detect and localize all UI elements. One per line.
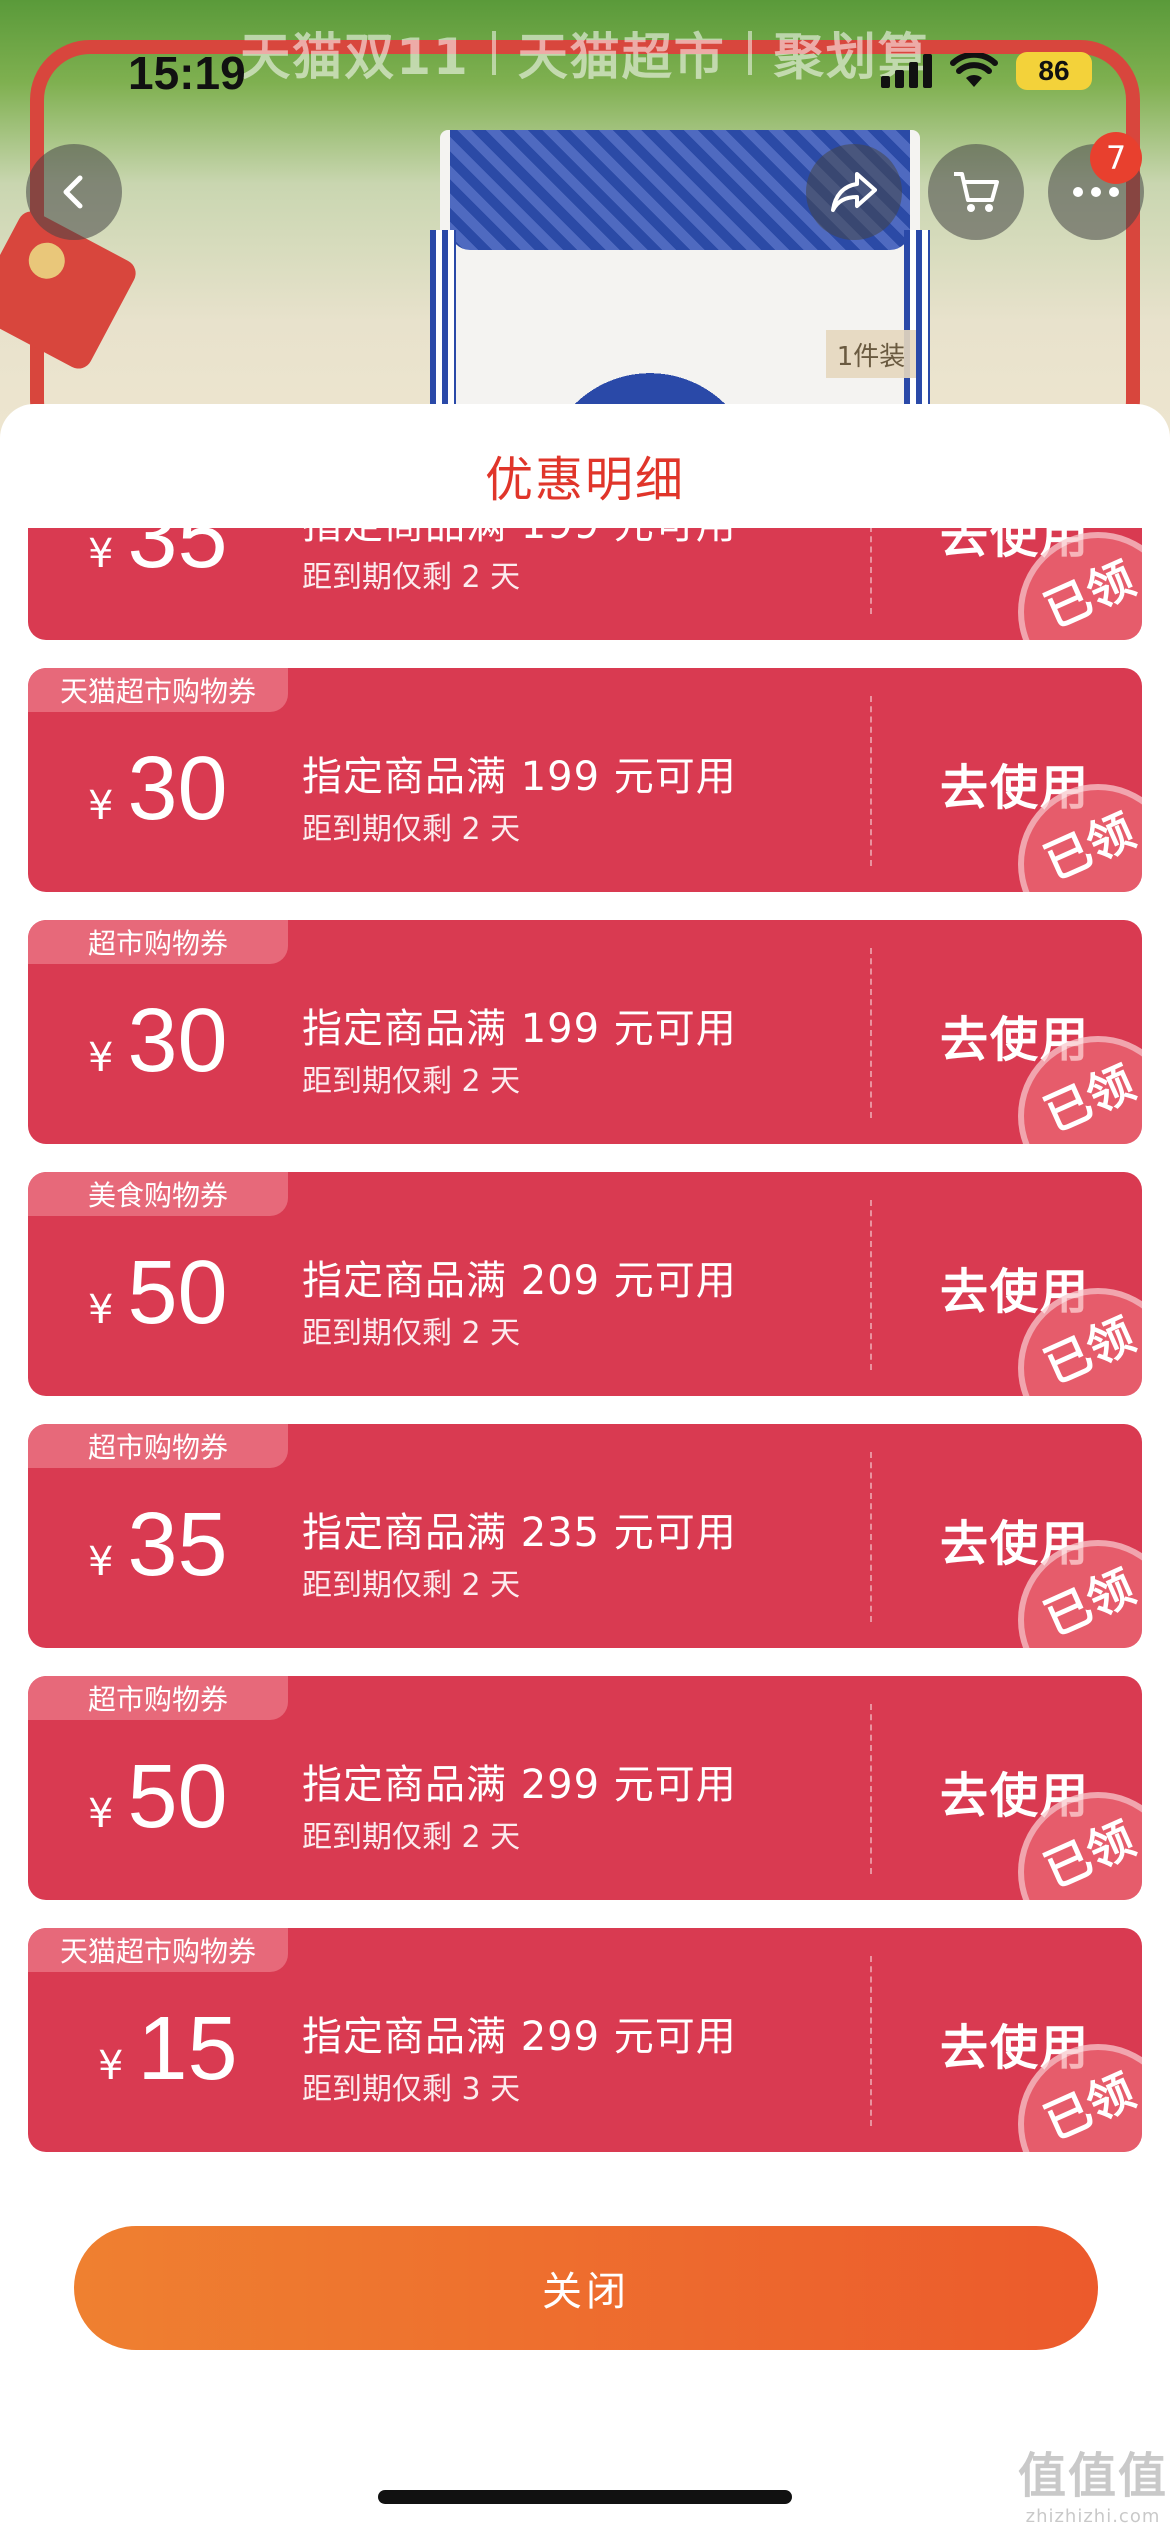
coupon-condition: 指定商品满 199 元可用	[302, 528, 737, 550]
coupon-expiry: 距到期仅剩 2 天	[302, 1820, 521, 1855]
dashed-divider	[870, 1200, 872, 1370]
banner-separator	[491, 31, 496, 75]
watermark-site: zhizhizhi.com	[1025, 2506, 1161, 2527]
pack-label: 1件装	[826, 330, 916, 378]
claimed-stamp-label: 已领	[1036, 803, 1142, 891]
share-icon	[831, 172, 877, 212]
claimed-stamp-label: 已领	[1036, 1307, 1142, 1395]
coupon-condition: 指定商品满 235 元可用	[302, 1510, 737, 1556]
coupon-card: 美食购物券 ¥ 50 指定商品满 209 元可用 距到期仅剩 2 天 去使用 已…	[28, 1172, 1142, 1396]
status-time: 15:19	[128, 47, 246, 99]
coupon-type-tag: 天猫超市购物券	[28, 668, 288, 712]
coupon-value: 30	[127, 739, 228, 839]
coupon-expiry: 距到期仅剩 2 天	[302, 1568, 521, 1603]
coupon-type-tag: 超市购物券	[28, 920, 288, 964]
coupon-type-tag: 超市购物券	[28, 1676, 288, 1720]
coupon-expiry: 距到期仅剩 2 天	[302, 560, 521, 595]
banner-separator	[747, 31, 752, 75]
coupon-expiry: 距到期仅剩 3 天	[302, 2072, 521, 2107]
status-icons: 86	[881, 52, 1092, 90]
currency-symbol: ¥	[88, 1035, 114, 1081]
coupon-list[interactable]: ¥ 35 指定商品满 199 元可用 距到期仅剩 2 天 去使用 已领 天猫超市…	[0, 528, 1170, 2172]
coupon-type-tag: 天猫超市购物券	[28, 1928, 288, 1972]
coupon-value: 50	[127, 1243, 228, 1343]
currency-symbol: ¥	[98, 2043, 124, 2089]
currency-symbol: ¥	[88, 1287, 114, 1333]
claimed-stamp-label: 已领	[1036, 1559, 1142, 1647]
watermark-logo: 值值值 zhizhizhi.com	[1018, 2436, 1168, 2527]
more-dots-icon	[1073, 187, 1119, 197]
dashed-divider	[870, 948, 872, 1118]
dashed-divider	[870, 1956, 872, 2126]
dashed-divider	[870, 1452, 872, 1622]
currency-symbol: ¥	[88, 1539, 114, 1585]
coupon-expiry: 距到期仅剩 2 天	[302, 812, 521, 847]
coupon-amount: ¥ 15	[98, 2004, 238, 2094]
coupon-amount: ¥ 35	[88, 1500, 228, 1590]
chevron-left-icon	[63, 175, 83, 209]
coupon-value: 35	[127, 528, 228, 587]
coupon-condition: 指定商品满 299 元可用	[302, 2014, 737, 2060]
coupon-amount: ¥ 50	[88, 1248, 228, 1338]
coupon-value: 50	[127, 1747, 228, 1847]
coupon-condition: 指定商品满 199 元可用	[302, 754, 737, 800]
cart-badge: 7	[1090, 132, 1142, 184]
coupon-card: 天猫超市购物券 ¥ 15 指定商品满 299 元可用 距到期仅剩 3 天 去使用…	[28, 1928, 1142, 2152]
watermark-logo-text: 值值值	[1018, 2448, 1169, 2504]
coupon-condition: 指定商品满 299 元可用	[302, 1762, 737, 1808]
home-indicator[interactable]	[378, 2490, 792, 2504]
coupon-amount: ¥ 35	[88, 528, 228, 582]
coupon-type-tag: 超市购物券	[28, 1424, 288, 1468]
coupon-details-sheet: 优惠明细 ¥ 35 指定商品满 199 元可用 距到期仅剩 2 天 去使用 已领…	[0, 404, 1170, 2532]
coupon-card: 超市购物券 ¥ 30 指定商品满 199 元可用 距到期仅剩 2 天 去使用 已…	[28, 920, 1142, 1144]
close-button[interactable]: 关闭	[74, 2226, 1098, 2350]
cellular-signal-icon	[881, 54, 932, 88]
cart-icon	[954, 172, 999, 212]
wifi-icon	[950, 53, 998, 87]
claimed-stamp-label: 已领	[1036, 1811, 1142, 1899]
claimed-stamp-label: 已领	[1036, 2063, 1142, 2151]
share-button[interactable]	[806, 144, 902, 240]
dashed-divider	[870, 528, 872, 614]
coupon-amount: ¥ 50	[88, 1752, 228, 1842]
coupon-card: 超市购物券 ¥ 35 指定商品满 235 元可用 距到期仅剩 2 天 去使用 已…	[28, 1424, 1142, 1648]
coupon-amount: ¥ 30	[88, 744, 228, 834]
coupon-condition: 指定商品满 199 元可用	[302, 1006, 737, 1052]
currency-symbol: ¥	[88, 1791, 114, 1837]
coupon-amount: ¥ 30	[88, 996, 228, 1086]
coupon-condition: 指定商品满 209 元可用	[302, 1258, 737, 1304]
battery-indicator: 86	[1016, 52, 1092, 90]
coupon-type-tag: 美食购物券	[28, 1172, 288, 1216]
coupon-card: ¥ 35 指定商品满 199 元可用 距到期仅剩 2 天 去使用 已领	[28, 528, 1142, 640]
coupon-card: 超市购物券 ¥ 50 指定商品满 299 元可用 距到期仅剩 2 天 去使用 已…	[28, 1676, 1142, 1900]
currency-symbol: ¥	[88, 531, 114, 577]
coupon-card: 天猫超市购物券 ¥ 30 指定商品满 199 元可用 距到期仅剩 2 天 去使用…	[28, 668, 1142, 892]
coupon-expiry: 距到期仅剩 2 天	[302, 1316, 521, 1351]
claimed-stamp-label: 已领	[1036, 551, 1142, 639]
dashed-divider	[870, 1704, 872, 1874]
cart-button[interactable]	[928, 144, 1024, 240]
coupon-value: 35	[127, 1495, 228, 1595]
back-button[interactable]	[26, 144, 122, 240]
claimed-stamp-label: 已领	[1036, 1055, 1142, 1143]
coupon-expiry: 距到期仅剩 2 天	[302, 1064, 521, 1099]
promo-banner: 天猫双11 天猫超市 聚划算	[190, 22, 980, 86]
coupon-value: 30	[127, 991, 228, 1091]
coupon-value: 15	[137, 1999, 238, 2099]
banner-text-1: 天猫双11	[240, 28, 470, 86]
currency-symbol: ¥	[88, 783, 114, 829]
banner-text-2: 天猫超市	[517, 28, 726, 86]
dashed-divider	[870, 696, 872, 866]
sheet-title: 优惠明细	[484, 452, 685, 508]
